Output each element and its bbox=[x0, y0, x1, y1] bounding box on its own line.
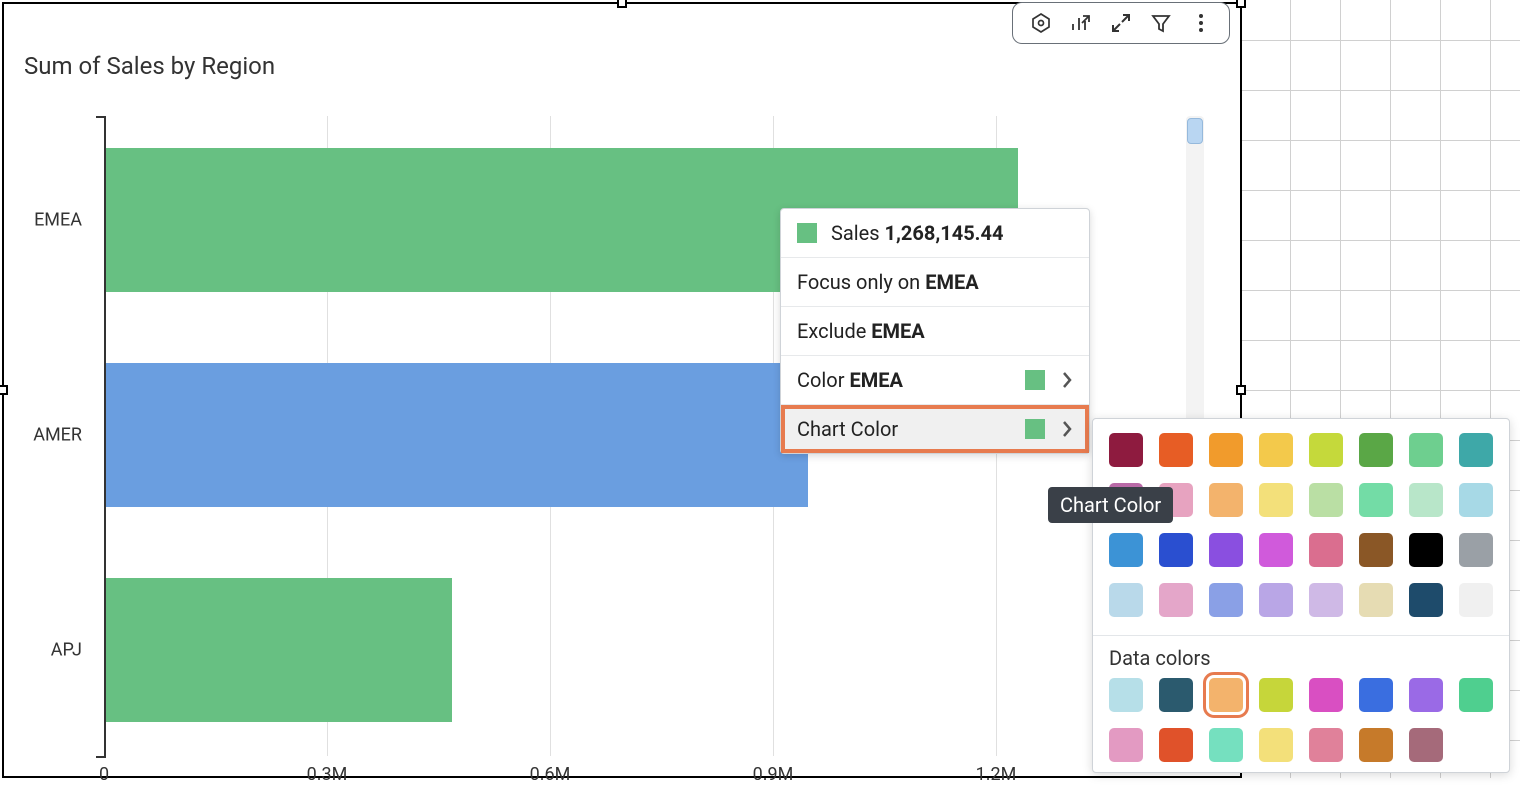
palette-swatch[interactable] bbox=[1109, 433, 1143, 467]
palette-grid bbox=[1093, 419, 1509, 633]
palette-swatch[interactable] bbox=[1259, 583, 1293, 617]
x-axis-label: 0 bbox=[99, 764, 109, 785]
data-colors-heading: Data colors bbox=[1093, 646, 1509, 672]
data-color-swatch[interactable] bbox=[1359, 728, 1393, 762]
series-color-swatch bbox=[797, 223, 817, 243]
chart-color-item[interactable]: Chart Color bbox=[781, 405, 1089, 453]
palette-swatch[interactable] bbox=[1459, 483, 1493, 517]
data-color-swatch[interactable] bbox=[1109, 728, 1143, 762]
color-swatch-icon bbox=[1025, 370, 1045, 390]
expand-icon[interactable] bbox=[1107, 9, 1135, 37]
chart-toolbar bbox=[1012, 2, 1230, 44]
chart-title: Sum of Sales by Region bbox=[24, 52, 275, 80]
filter-icon[interactable] bbox=[1147, 9, 1175, 37]
data-color-swatch[interactable] bbox=[1459, 678, 1493, 712]
axis-tick bbox=[96, 116, 106, 118]
palette-swatch[interactable] bbox=[1209, 433, 1243, 467]
resize-handle-top[interactable] bbox=[617, 0, 627, 8]
data-color-swatch[interactable] bbox=[1409, 728, 1443, 762]
data-color-swatch[interactable] bbox=[1309, 678, 1343, 712]
data-color-swatch[interactable] bbox=[1409, 678, 1443, 712]
palette-swatch[interactable] bbox=[1209, 533, 1243, 567]
palette-swatch[interactable] bbox=[1309, 483, 1343, 517]
palette-swatch[interactable] bbox=[1109, 583, 1143, 617]
palette-swatch[interactable] bbox=[1159, 533, 1193, 567]
palette-swatch[interactable] bbox=[1309, 533, 1343, 567]
palette-swatch[interactable] bbox=[1359, 533, 1393, 567]
palette-swatch[interactable] bbox=[1459, 583, 1493, 617]
bar-context-menu: Sales 1,268,145.44 Focus only on EMEA Ex… bbox=[780, 208, 1090, 454]
data-color-swatch[interactable] bbox=[1109, 678, 1143, 712]
data-color-swatch[interactable] bbox=[1159, 678, 1193, 712]
exclude-item[interactable]: Exclude EMEA bbox=[781, 307, 1089, 356]
tooltip-value-row: Sales 1,268,145.44 bbox=[781, 209, 1089, 258]
data-color-swatch[interactable] bbox=[1309, 728, 1343, 762]
palette-swatch[interactable] bbox=[1109, 533, 1143, 567]
chevron-right-icon bbox=[1061, 371, 1073, 389]
palette-swatch[interactable] bbox=[1259, 483, 1293, 517]
palette-swatch[interactable] bbox=[1309, 433, 1343, 467]
color-picker-panel: Data colors bbox=[1092, 418, 1510, 773]
x-axis-label: 0.9M bbox=[753, 764, 794, 785]
resize-handle-right[interactable] bbox=[1236, 385, 1246, 395]
axis-tick bbox=[96, 756, 106, 758]
data-color-swatch[interactable] bbox=[1209, 678, 1243, 712]
palette-swatch[interactable] bbox=[1259, 433, 1293, 467]
data-color-swatch[interactable] bbox=[1259, 728, 1293, 762]
palette-swatch[interactable] bbox=[1459, 433, 1493, 467]
palette-swatch[interactable] bbox=[1359, 433, 1393, 467]
palette-swatch[interactable] bbox=[1359, 483, 1393, 517]
palette-swatch[interactable] bbox=[1459, 533, 1493, 567]
palette-swatch[interactable] bbox=[1159, 583, 1193, 617]
x-axis-label: 0.3M bbox=[307, 764, 348, 785]
palette-swatch[interactable] bbox=[1409, 433, 1443, 467]
palette-swatch[interactable] bbox=[1409, 583, 1443, 617]
series-name: Sales bbox=[831, 221, 880, 245]
tooltip-text: Sales 1,268,145.44 bbox=[831, 221, 1003, 245]
chart-color-tooltip: Chart Color bbox=[1048, 487, 1173, 523]
data-color-swatch[interactable] bbox=[1209, 728, 1243, 762]
x-axis-label: 0.6M bbox=[530, 764, 571, 785]
chevron-right-icon bbox=[1061, 420, 1073, 438]
data-color-swatch[interactable] bbox=[1159, 728, 1193, 762]
panel-divider bbox=[1093, 635, 1509, 636]
resize-handle-top-right[interactable] bbox=[1236, 0, 1246, 8]
x-axis-label: 1.2M bbox=[976, 764, 1017, 785]
palette-swatch[interactable] bbox=[1359, 583, 1393, 617]
y-axis-label: APJ bbox=[51, 640, 82, 661]
color-item[interactable]: Color EMEA bbox=[781, 356, 1089, 405]
color-swatch-icon bbox=[1025, 419, 1045, 439]
palette-swatch[interactable] bbox=[1409, 483, 1443, 517]
chart-scrollbar-thumb[interactable] bbox=[1187, 118, 1203, 144]
palette-swatch[interactable] bbox=[1209, 583, 1243, 617]
data-colors-grid bbox=[1093, 672, 1509, 762]
palette-swatch[interactable] bbox=[1209, 483, 1243, 517]
series-value: 1,268,145.44 bbox=[885, 221, 1004, 245]
palette-swatch[interactable] bbox=[1259, 533, 1293, 567]
data-source-icon[interactable] bbox=[1027, 9, 1055, 37]
resize-handle-left[interactable] bbox=[0, 385, 8, 395]
more-options-icon[interactable] bbox=[1187, 9, 1215, 37]
y-axis-label: EMEA bbox=[34, 210, 82, 231]
data-color-swatch[interactable] bbox=[1259, 678, 1293, 712]
bar-amer[interactable] bbox=[106, 363, 808, 507]
y-axis-label: AMER bbox=[33, 425, 82, 446]
data-color-swatch[interactable] bbox=[1359, 678, 1393, 712]
bar-apj[interactable] bbox=[106, 578, 452, 722]
palette-swatch[interactable] bbox=[1159, 433, 1193, 467]
edit-chart-icon[interactable] bbox=[1067, 9, 1095, 37]
focus-only-item[interactable]: Focus only on EMEA bbox=[781, 258, 1089, 307]
palette-swatch[interactable] bbox=[1309, 583, 1343, 617]
palette-swatch[interactable] bbox=[1409, 533, 1443, 567]
